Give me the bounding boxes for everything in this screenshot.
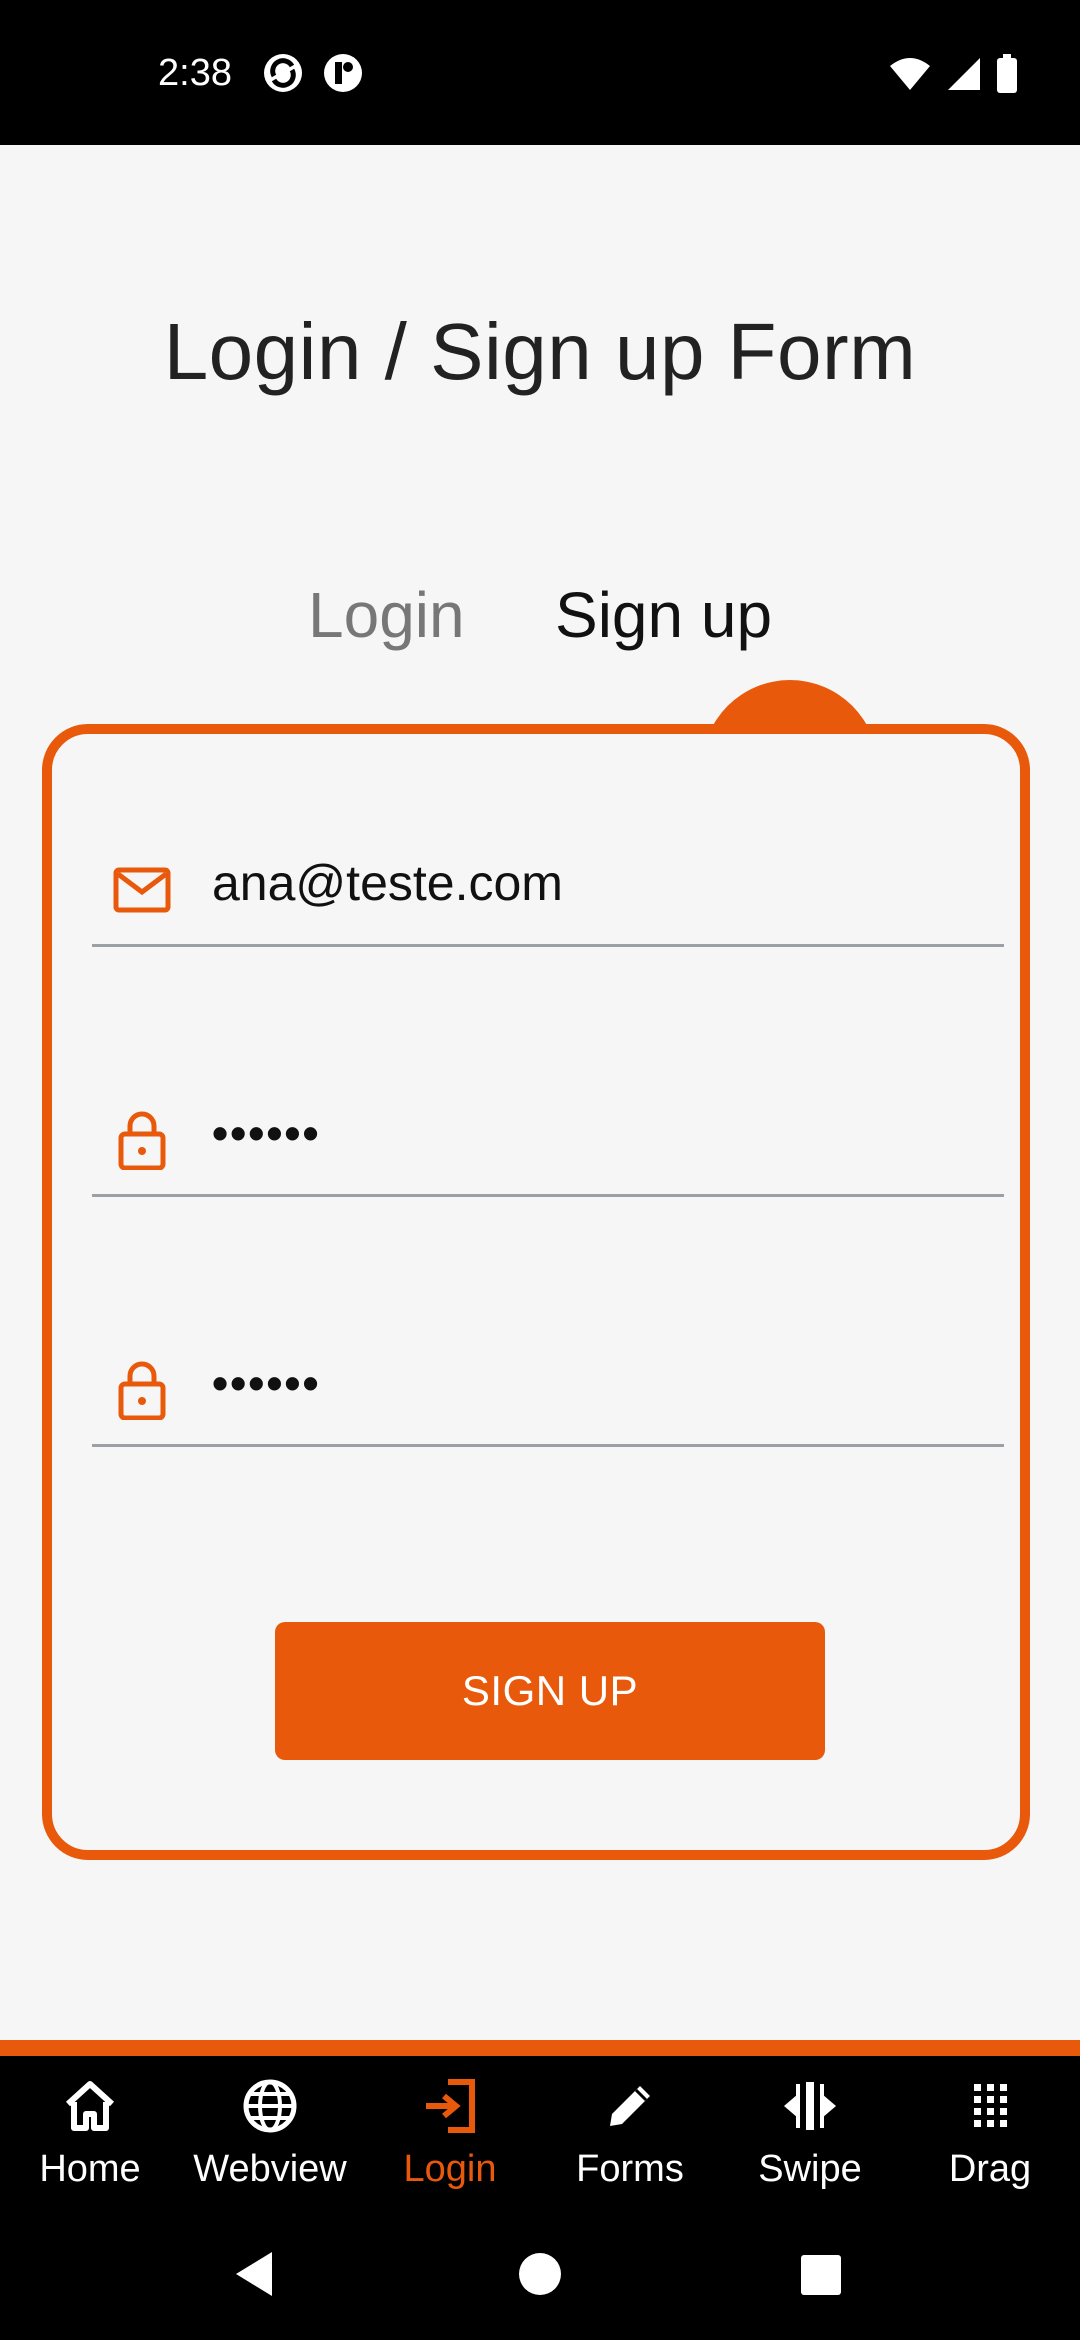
pencil-icon bbox=[610, 2086, 650, 2126]
repeat-password-input[interactable]: •••••• bbox=[212, 1356, 321, 1410]
bottom-accent-bar bbox=[0, 2040, 1080, 2056]
nav-item-login[interactable]: Login bbox=[360, 2056, 540, 2206]
nav-item-webview[interactable]: Webview bbox=[180, 2056, 360, 2206]
repeat-password-field[interactable]: •••••• bbox=[92, 1334, 1004, 1447]
back-icon[interactable] bbox=[232, 2250, 276, 2298]
nav-label-drag: Drag bbox=[948, 2148, 1032, 2190]
nav-label-forms: Forms bbox=[576, 2148, 684, 2190]
password-input[interactable]: •••••• bbox=[212, 1106, 321, 1160]
status-bar: 2:38 bbox=[0, 0, 1080, 145]
nav-label-home: Home bbox=[39, 2148, 141, 2190]
password-field[interactable]: •••••• bbox=[92, 1084, 1004, 1197]
email-field[interactable]: ana@teste.com bbox=[92, 834, 1004, 947]
tab-login[interactable]: Login bbox=[308, 578, 465, 652]
signup-button[interactable]: SIGN UP bbox=[275, 1622, 825, 1760]
lock-icon bbox=[118, 1361, 166, 1420]
system-nav-bar bbox=[0, 2206, 1080, 2340]
page-title: Login / Sign up Form bbox=[163, 307, 917, 396]
nav-label-webview: Webview bbox=[193, 2148, 347, 2190]
home-circle-icon[interactable] bbox=[518, 2252, 562, 2296]
drag-grid-icon bbox=[974, 2084, 1007, 2127]
email-input[interactable]: ana@teste.com bbox=[212, 854, 563, 912]
swipe-icon bbox=[784, 2082, 836, 2130]
home-icon bbox=[65, 2081, 115, 2131]
nav-item-swipe[interactable]: Swipe bbox=[720, 2056, 900, 2206]
signal-icon bbox=[948, 58, 980, 90]
nav-item-home[interactable]: Home bbox=[0, 2056, 180, 2206]
signup-form-card: ana@teste.com •••••• •••••• SIGN UP bbox=[42, 724, 1030, 1860]
tab-signup[interactable]: Sign up bbox=[555, 578, 772, 652]
login-icon bbox=[426, 2079, 475, 2133]
bottom-nav: Home Webview Login Forms Swipe Drag bbox=[0, 2056, 1080, 2206]
auth-tabs: Login Sign up bbox=[0, 578, 1080, 658]
mail-icon bbox=[113, 867, 171, 913]
battery-icon bbox=[997, 54, 1017, 93]
nav-label-login: Login bbox=[403, 2148, 497, 2190]
app-notification-icon bbox=[264, 54, 302, 92]
recents-icon[interactable] bbox=[800, 2254, 842, 2296]
status-time: 2:38 bbox=[158, 52, 232, 94]
globe-icon bbox=[243, 2079, 297, 2133]
nav-item-forms[interactable]: Forms bbox=[540, 2056, 720, 2206]
lock-icon bbox=[118, 1111, 166, 1170]
nav-item-drag[interactable]: Drag bbox=[900, 2056, 1080, 2206]
wifi-icon bbox=[890, 58, 930, 90]
app-notification-icon bbox=[324, 54, 362, 92]
nav-label-swipe: Swipe bbox=[758, 2148, 862, 2190]
